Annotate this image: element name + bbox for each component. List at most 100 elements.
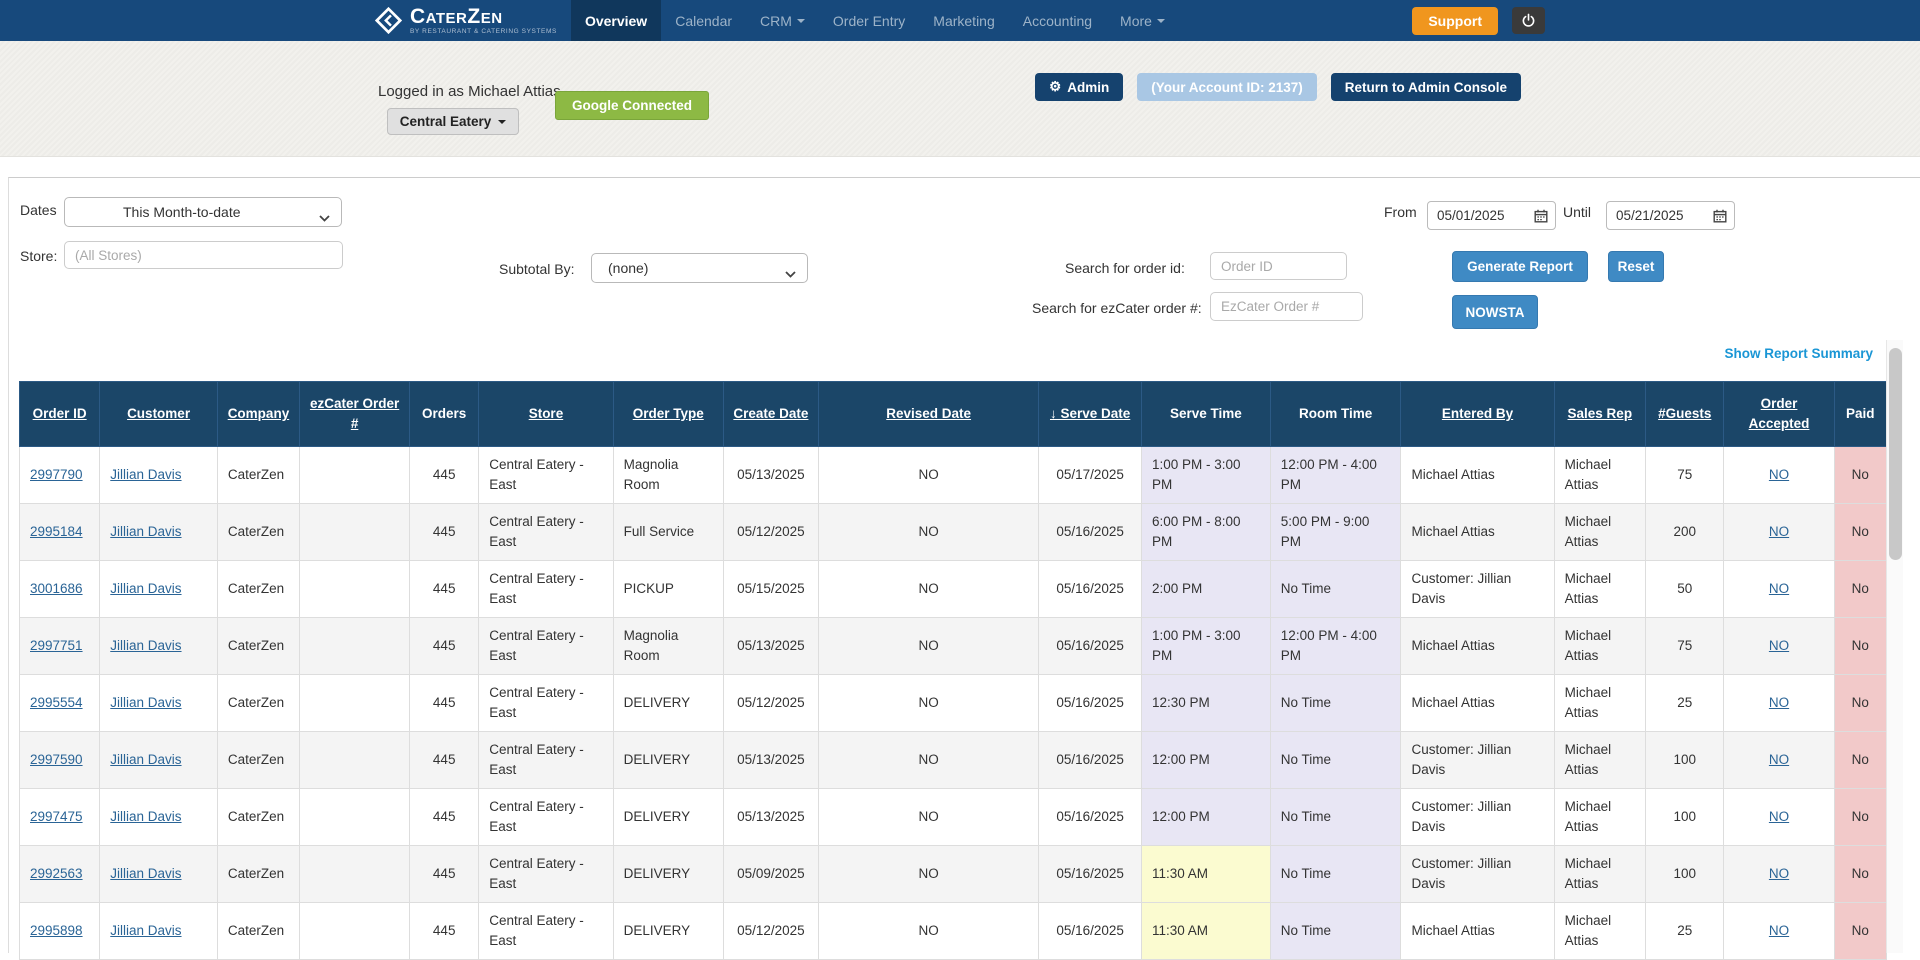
nav-item-label: Calendar bbox=[675, 13, 732, 29]
column-header-ezcater[interactable]: ezCater Order # bbox=[300, 382, 410, 447]
customer-link[interactable]: Jillian Davis bbox=[110, 752, 181, 767]
calendar-icon[interactable] bbox=[1706, 209, 1734, 223]
customer-link[interactable]: Jillian Davis bbox=[110, 467, 181, 482]
until-date-input[interactable] bbox=[1607, 208, 1703, 223]
cell-serve_time: 6:00 PM - 8:00 PM bbox=[1141, 504, 1270, 561]
order_accepted-link[interactable]: NO bbox=[1769, 752, 1789, 767]
power-button[interactable] bbox=[1512, 7, 1545, 34]
order_id-link[interactable]: 2997790 bbox=[30, 467, 83, 482]
order_accepted-link[interactable]: NO bbox=[1769, 866, 1789, 881]
column-header-order_type[interactable]: Order Type bbox=[613, 382, 723, 447]
cell-order_id: 2997751 bbox=[20, 618, 100, 675]
customer-link[interactable]: Jillian Davis bbox=[110, 581, 181, 596]
order_id-link[interactable]: 2995898 bbox=[30, 923, 83, 938]
calendar-icon[interactable] bbox=[1527, 209, 1555, 223]
cell-order_type: PICKUP bbox=[613, 561, 723, 618]
show-report-summary-link[interactable]: Show Report Summary bbox=[1724, 346, 1873, 361]
customer-link[interactable]: Jillian Davis bbox=[110, 866, 181, 881]
customer-link[interactable]: Jillian Davis bbox=[110, 923, 181, 938]
column-header-customer[interactable]: Customer bbox=[100, 382, 218, 447]
cell-orders: 445 bbox=[410, 675, 479, 732]
column-header-store[interactable]: Store bbox=[479, 382, 613, 447]
cell-sales_rep: Michael Attias bbox=[1554, 675, 1645, 732]
order_accepted-link[interactable]: NO bbox=[1769, 581, 1789, 596]
cell-order_type: Full Service bbox=[613, 504, 723, 561]
cell-serve_time: 11:30 AM bbox=[1141, 903, 1270, 960]
customer-link[interactable]: Jillian Davis bbox=[110, 638, 181, 653]
cell-serve_time: 12:00 PM bbox=[1141, 732, 1270, 789]
customer-link[interactable]: Jillian Davis bbox=[110, 809, 181, 824]
nav-item-marketing[interactable]: Marketing bbox=[919, 0, 1008, 41]
ezcater-order-input[interactable] bbox=[1210, 292, 1363, 321]
order_id-link[interactable]: 2992563 bbox=[30, 866, 83, 881]
return-admin-console-button[interactable]: Return to Admin Console bbox=[1331, 73, 1521, 101]
order_id-link[interactable]: 2997751 bbox=[30, 638, 83, 653]
column-header-guests[interactable]: #Guests bbox=[1646, 382, 1724, 447]
cell-order_accepted: NO bbox=[1724, 846, 1834, 903]
cell-guests: 100 bbox=[1646, 789, 1724, 846]
orders-table: Order IDCustomerCompanyezCater Order # Or… bbox=[19, 381, 1887, 960]
cell-order_accepted: NO bbox=[1724, 561, 1834, 618]
column-header-entered_by[interactable]: Entered By bbox=[1401, 382, 1554, 447]
nav-item-calendar[interactable]: Calendar bbox=[661, 0, 746, 41]
nav-item-label: Accounting bbox=[1023, 13, 1092, 29]
cell-serve_date: 05/16/2025 bbox=[1039, 675, 1142, 732]
order_accepted-link[interactable]: NO bbox=[1769, 809, 1789, 824]
cell-serve_time: 12:30 PM bbox=[1141, 675, 1270, 732]
customer-link[interactable]: Jillian Davis bbox=[110, 695, 181, 710]
order_accepted-link[interactable]: NO bbox=[1769, 695, 1789, 710]
order_accepted-link[interactable]: NO bbox=[1769, 923, 1789, 938]
nav-item-accounting[interactable]: Accounting bbox=[1009, 0, 1106, 41]
column-header-order_id[interactable]: Order ID bbox=[20, 382, 100, 447]
cell-customer: Jillian Davis bbox=[100, 789, 218, 846]
order-id-input[interactable] bbox=[1210, 252, 1347, 280]
chevron-down-icon bbox=[1157, 19, 1165, 23]
cell-order_type: DELIVERY bbox=[613, 903, 723, 960]
generate-report-button[interactable]: Generate Report bbox=[1452, 251, 1588, 282]
column-header-serve_date[interactable]: ↓ Serve Date bbox=[1039, 382, 1142, 447]
cell-customer: Jillian Davis bbox=[100, 846, 218, 903]
cell-entered_by: Michael Attias bbox=[1401, 447, 1554, 504]
order_id-link[interactable]: 2995554 bbox=[30, 695, 83, 710]
column-header-revised_date[interactable]: Revised Date bbox=[819, 382, 1039, 447]
vertical-scrollbar[interactable] bbox=[1886, 340, 1903, 953]
dates-select[interactable]: This Month-to-date bbox=[64, 197, 342, 227]
support-button[interactable]: Support bbox=[1412, 7, 1498, 35]
order_id-link[interactable]: 3001686 bbox=[30, 581, 83, 596]
column-header-company[interactable]: Company bbox=[217, 382, 299, 447]
cell-order_id: 2995554 bbox=[20, 675, 100, 732]
nav-item-crm[interactable]: CRM bbox=[746, 0, 819, 41]
cell-order_id: 2992563 bbox=[20, 846, 100, 903]
nowsta-button[interactable]: NOWSTA bbox=[1452, 295, 1538, 329]
table-row: 2995898Jillian DavisCaterZen445Central E… bbox=[20, 903, 1887, 960]
order_id-link[interactable]: 2997590 bbox=[30, 752, 83, 767]
order_id-link[interactable]: 2995184 bbox=[30, 524, 83, 539]
cell-customer: Jillian Davis bbox=[100, 732, 218, 789]
nav-item-order-entry[interactable]: Order Entry bbox=[819, 0, 919, 41]
store-selector-button[interactable]: Central Eatery bbox=[387, 108, 520, 135]
caterzen-logo[interactable]: CaterZen By Restaurant & Catering System… bbox=[375, 0, 571, 41]
reset-button[interactable]: Reset bbox=[1608, 251, 1664, 282]
nav-item-overview[interactable]: Overview bbox=[571, 0, 661, 41]
google-connected-button[interactable]: Google Connected bbox=[555, 91, 709, 120]
order_accepted-link[interactable]: NO bbox=[1769, 524, 1789, 539]
nav-item-more[interactable]: More bbox=[1106, 0, 1179, 41]
cell-paid: No bbox=[1834, 561, 1886, 618]
column-header-order_accepted[interactable]: Order Accepted bbox=[1724, 382, 1834, 447]
order_accepted-link[interactable]: NO bbox=[1769, 638, 1789, 653]
order_accepted-link[interactable]: NO bbox=[1769, 467, 1789, 482]
order_id-link[interactable]: 2997475 bbox=[30, 809, 83, 824]
store-input[interactable] bbox=[64, 241, 343, 269]
account-id-button[interactable]: (Your Account ID: 2137) bbox=[1137, 73, 1317, 101]
cell-store: Central Eatery - East bbox=[479, 618, 613, 675]
column-header-sales_rep[interactable]: Sales Rep bbox=[1554, 382, 1645, 447]
cell-revised_date: NO bbox=[819, 789, 1039, 846]
cell-ezcater bbox=[300, 903, 410, 960]
subtotal-select[interactable]: (none) bbox=[591, 253, 808, 283]
column-header-create_date[interactable]: Create Date bbox=[723, 382, 818, 447]
customer-link[interactable]: Jillian Davis bbox=[110, 524, 181, 539]
scrollbar-thumb[interactable] bbox=[1889, 348, 1902, 560]
admin-button[interactable]: ⚙ Admin bbox=[1035, 73, 1123, 101]
from-date-input[interactable] bbox=[1428, 208, 1524, 223]
cell-revised_date: NO bbox=[819, 846, 1039, 903]
